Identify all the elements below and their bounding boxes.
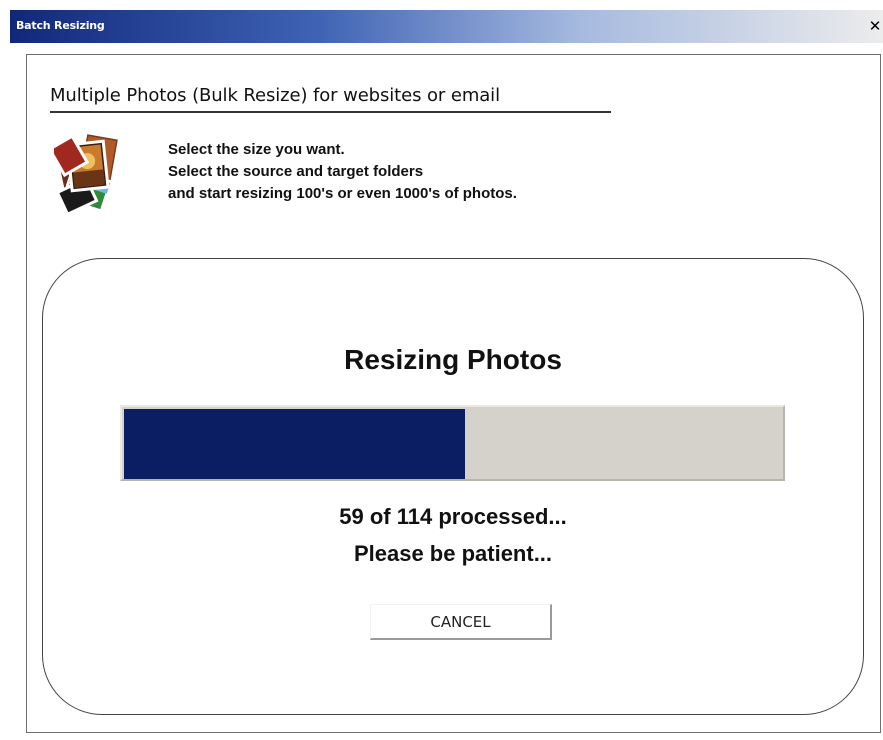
photos-stack-icon [47, 127, 122, 217]
close-button[interactable]: ✕ [867, 16, 883, 36]
instruction-line: and start resizing 100's or even 1000's … [168, 185, 517, 202]
title-bar[interactable]: Batch Resizing ✕ [10, 10, 883, 43]
dialog-content: Multiple Photos (Bulk Resize) for websit… [26, 54, 881, 733]
patience-message: Please be patient... [353, 541, 553, 566]
progress-bar-fill [124, 409, 465, 479]
window-title: Batch Resizing [16, 19, 105, 32]
instructions-text: Select the size you want. Select the sou… [168, 139, 517, 205]
cancel-button[interactable]: CANCEL [370, 604, 552, 640]
close-icon: ✕ [868, 17, 882, 35]
processed-count: 59 of 114 processed... [339, 504, 567, 529]
page-title: Multiple Photos (Bulk Resize) for websit… [50, 85, 500, 106]
instruction-line: Select the source and target folders [168, 163, 424, 180]
title-underline [50, 111, 611, 113]
instruction-line: Select the size you want. [168, 141, 345, 158]
batch-resizing-window: Batch Resizing ✕ Multiple Photos (Bulk R… [10, 10, 883, 740]
progress-panel: Resizing Photos 59 of 114 processed... P… [42, 258, 864, 715]
progress-bar [120, 405, 785, 481]
progress-title: Resizing Photos [344, 344, 562, 375]
